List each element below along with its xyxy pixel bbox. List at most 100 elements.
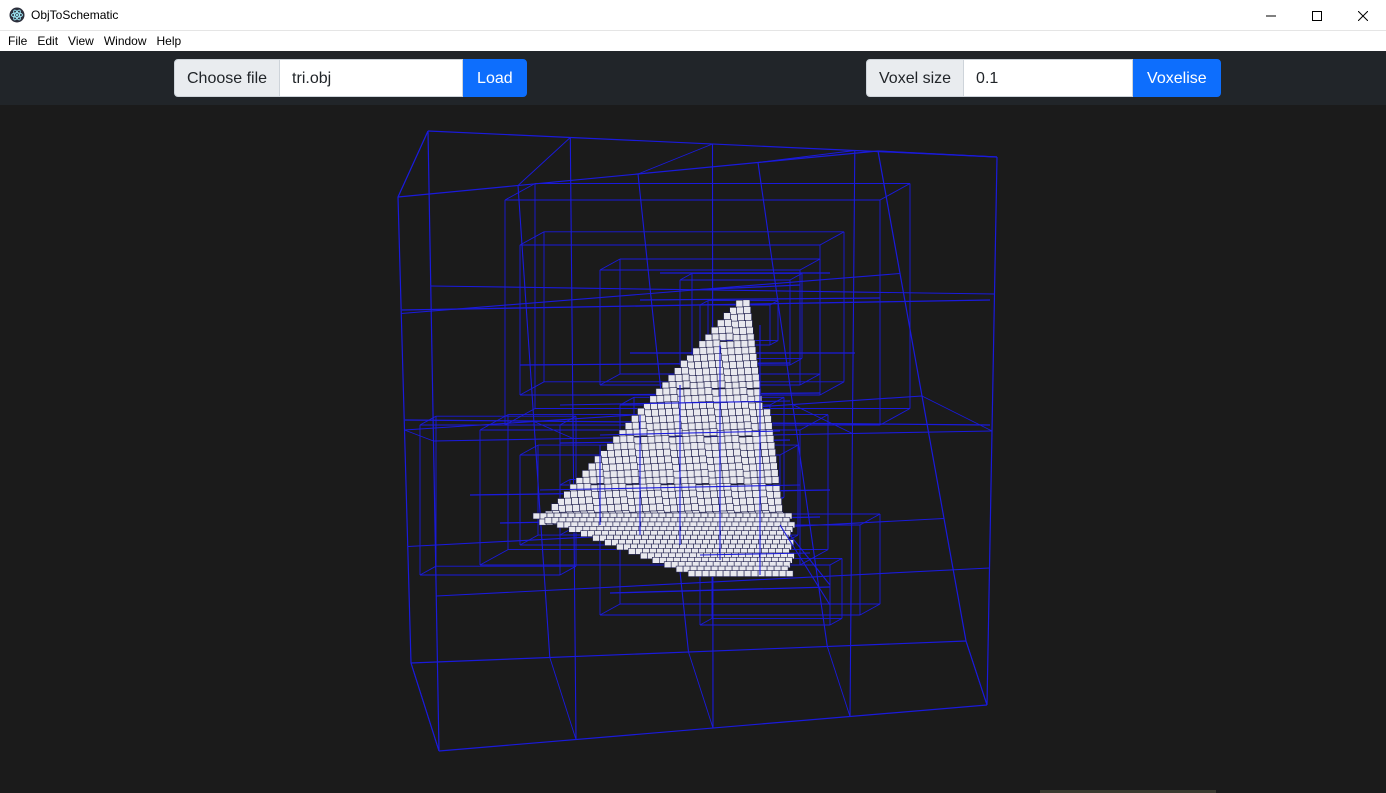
menu-view[interactable]: View xyxy=(63,31,99,51)
voxel-cube xyxy=(662,441,671,450)
voxel-cube xyxy=(746,443,755,451)
voxel-cube xyxy=(712,504,720,512)
voxel-cube xyxy=(728,408,736,417)
menu-help[interactable]: Help xyxy=(152,31,187,51)
voxel-cube xyxy=(651,409,659,417)
voxel-cube xyxy=(665,469,674,477)
minimize-button[interactable] xyxy=(1248,0,1294,31)
voxel-cube xyxy=(568,525,577,533)
voxel-cube xyxy=(585,496,593,505)
voxel-cube xyxy=(728,469,737,478)
menu-edit[interactable]: Edit xyxy=(32,31,63,51)
voxel-cube xyxy=(717,319,725,328)
voxel-cube xyxy=(597,484,606,492)
voxel-cube xyxy=(706,346,715,355)
voxel-cube xyxy=(724,489,733,498)
voxel-cube xyxy=(646,483,655,492)
voxel-cube xyxy=(736,306,745,315)
voxelise-button[interactable]: Voxelise xyxy=(1133,59,1221,97)
voxel-cube xyxy=(735,469,744,477)
voxel-scene-canvas[interactable] xyxy=(0,105,1386,793)
voxel-cube xyxy=(723,312,731,320)
maximize-button[interactable] xyxy=(1294,0,1340,31)
voxel-cube xyxy=(773,490,782,499)
voxel-cube xyxy=(666,421,675,430)
voxel-cube xyxy=(698,394,707,403)
voxel-cube xyxy=(642,504,650,512)
voxel-cube xyxy=(708,421,717,430)
voxel-cube xyxy=(736,476,745,484)
voxel-cube xyxy=(612,490,621,498)
wireframe-edge xyxy=(479,549,509,566)
wireframe-edge xyxy=(419,565,437,576)
voxel-cube xyxy=(701,476,710,484)
voxel-cube xyxy=(710,326,719,335)
voxel-cube xyxy=(604,539,612,546)
voxel-cube xyxy=(736,360,744,369)
voxel-cube xyxy=(747,504,755,512)
voxel-cube xyxy=(572,504,580,512)
load-button[interactable]: Load xyxy=(463,59,527,97)
voxel-cube xyxy=(648,496,656,505)
menu-file[interactable]: File xyxy=(3,31,32,51)
voxel-cube xyxy=(674,428,683,437)
menu-window[interactable]: Window xyxy=(99,31,152,51)
voxel-cube xyxy=(727,456,735,464)
voxel-cube xyxy=(764,422,773,430)
voxel-cube xyxy=(683,442,692,451)
voxel-cube xyxy=(734,462,743,471)
voxel-cube xyxy=(711,443,720,451)
voxel-cube xyxy=(564,497,572,506)
voxel-cube xyxy=(649,449,657,458)
voxel-cube xyxy=(679,470,688,479)
voxel-cube xyxy=(702,484,711,492)
close-icon xyxy=(1358,10,1368,21)
voxel-cube xyxy=(683,496,691,505)
voxel-cube xyxy=(749,470,758,479)
voxel-cube xyxy=(683,388,692,397)
voxel-cube xyxy=(717,435,726,444)
title-bar: ObjToSchematic xyxy=(0,0,1386,31)
render-viewport[interactable] xyxy=(0,105,1386,793)
voxel-cube xyxy=(737,367,745,376)
voxel-cube xyxy=(690,388,699,396)
voxel-cube xyxy=(742,353,751,362)
voxel-cube xyxy=(609,470,618,479)
voxel-cube xyxy=(622,462,631,471)
voxel-cube xyxy=(748,346,757,355)
voxel-cube xyxy=(693,408,701,417)
voxel-cube xyxy=(600,504,608,513)
voxel-cube xyxy=(689,489,698,498)
voxel-cube xyxy=(640,552,648,560)
voxel-size-input[interactable]: 0.1 xyxy=(964,59,1134,97)
voxel-cube xyxy=(618,482,627,491)
voxel-cube xyxy=(752,435,761,444)
voxel-cube xyxy=(592,534,600,542)
file-name-field[interactable]: tri.obj xyxy=(280,59,464,97)
voxel-cube xyxy=(700,354,709,362)
voxel-cube xyxy=(700,469,709,477)
voxel-cube xyxy=(619,435,628,444)
voxel-cube xyxy=(733,394,742,403)
voxel-cube xyxy=(734,455,742,464)
voxel-cube xyxy=(751,483,760,492)
wireframe-edge xyxy=(965,640,988,706)
voxel-cube xyxy=(722,415,730,424)
voxel-cube xyxy=(551,503,559,512)
voxel-cube xyxy=(544,517,553,524)
voxel-cube xyxy=(692,347,701,356)
voxel-cube xyxy=(627,441,636,450)
voxel-cube xyxy=(623,469,632,478)
voxel-cube xyxy=(705,504,713,513)
voxel-cube xyxy=(675,565,684,573)
voxel-cube xyxy=(659,415,667,424)
voxel-cube xyxy=(726,395,735,403)
voxel-cube xyxy=(733,448,741,457)
voxel-cube xyxy=(733,340,742,349)
voxel-cube xyxy=(736,421,745,430)
voxel-cube xyxy=(731,435,740,443)
choose-file-button[interactable]: Choose file xyxy=(174,59,281,97)
voxel-cube xyxy=(696,435,705,443)
voxel-cube xyxy=(626,435,635,443)
close-button[interactable] xyxy=(1340,0,1386,31)
